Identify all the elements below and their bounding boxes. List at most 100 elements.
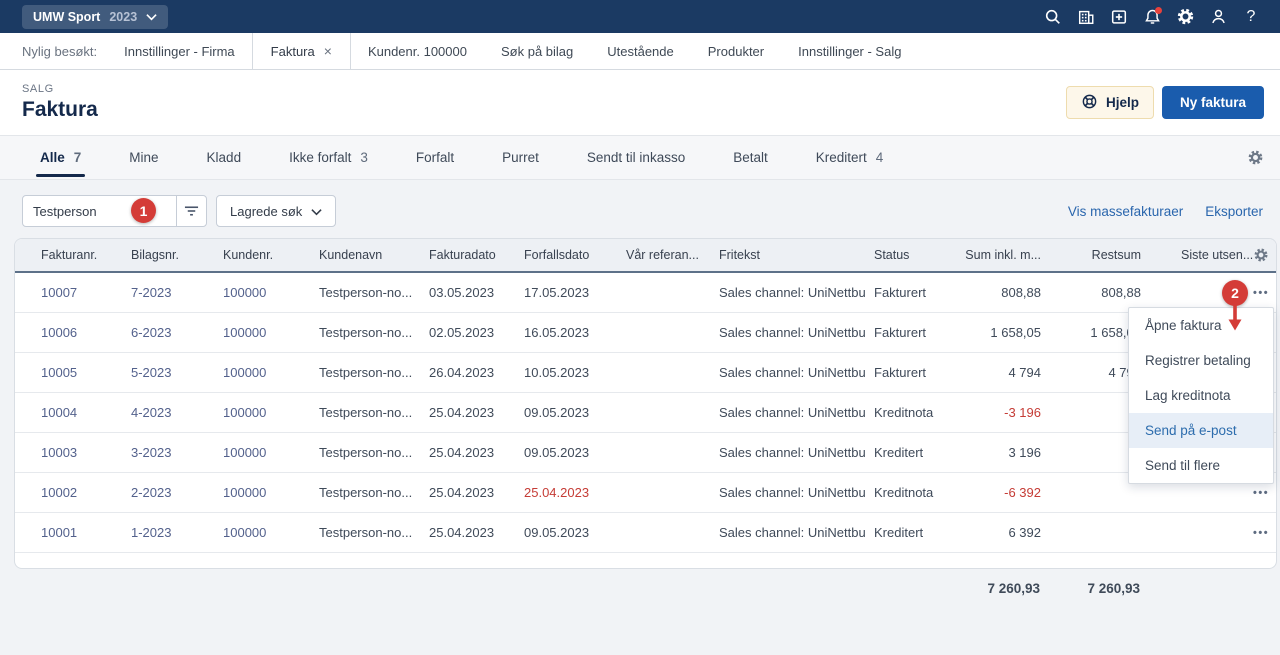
- table-row: 100033-2023100000Testperson-no...25.04.2…: [15, 433, 1276, 473]
- customer-number: 100000: [223, 485, 319, 500]
- tab-forfalt[interactable]: Forfalt: [416, 136, 454, 179]
- topbar-icons: ?: [1040, 4, 1264, 30]
- nav-item-3[interactable]: Søk på bilag: [501, 33, 573, 69]
- company-selector[interactable]: UMW Sport 2023: [22, 5, 168, 29]
- column-header-10[interactable]: Restsum: [1041, 248, 1141, 262]
- menu-item-registrer-betaling[interactable]: Registrer betaling: [1129, 343, 1273, 378]
- totals-row: 7 260,93 7 260,93: [14, 579, 1277, 596]
- tab-ikke-forfalt[interactable]: Ikke forfalt3: [289, 136, 368, 179]
- nav-item-6[interactable]: Innstillinger - Salg: [798, 33, 901, 69]
- row-actions-button[interactable]: •••: [1253, 487, 1277, 499]
- voucher-number-link[interactable]: 4-2023: [131, 405, 223, 420]
- mass-invoices-link[interactable]: Vis massefakturaer: [1068, 204, 1183, 219]
- sum-incl-vat: -6 392: [956, 485, 1041, 500]
- status-text: Fakturert: [874, 325, 956, 340]
- column-header-2[interactable]: Kundenr.: [223, 248, 319, 262]
- notification-dot: [1155, 7, 1162, 14]
- help-button[interactable]: Hjelp: [1066, 86, 1154, 119]
- row-actions-button[interactable]: •••: [1253, 527, 1277, 539]
- voucher-number-link[interactable]: 1-2023: [131, 525, 223, 540]
- voucher-number-link[interactable]: 2-2023: [131, 485, 223, 500]
- voucher-number-link[interactable]: 7-2023: [131, 285, 223, 300]
- column-header-6[interactable]: Vår referan...: [626, 248, 719, 262]
- nav-item-5[interactable]: Produkter: [708, 33, 764, 69]
- tab-label: Kreditert: [816, 150, 867, 165]
- customer-name: Testperson-no...: [319, 405, 429, 420]
- menu-item-send-til-flere[interactable]: Send til flere: [1129, 448, 1273, 483]
- notifications-icon[interactable]: [1139, 4, 1165, 30]
- invoice-date: 25.04.2023: [429, 445, 524, 460]
- tabs-settings-icon[interactable]: [1247, 136, 1264, 179]
- status-text: Kreditnota: [874, 405, 956, 420]
- row-actions-button[interactable]: •••: [1253, 287, 1277, 299]
- menu-item--pne-faktura[interactable]: Åpne faktura: [1129, 308, 1273, 343]
- column-header-8[interactable]: Status: [874, 248, 956, 262]
- sum-incl-vat: 6 392: [956, 525, 1041, 540]
- tab-alle[interactable]: Alle7: [40, 136, 81, 179]
- voucher-number-link[interactable]: 5-2023: [131, 365, 223, 380]
- tab-label: Forfalt: [416, 150, 454, 165]
- column-header-4[interactable]: Fakturadato: [429, 248, 524, 262]
- column-header-3[interactable]: Kundenavn: [319, 248, 429, 262]
- invoice-number-link[interactable]: 10005: [41, 365, 131, 380]
- nav-item-2[interactable]: Kundenr. 100000: [368, 33, 467, 69]
- saved-searches-button[interactable]: Lagrede søk: [216, 195, 336, 227]
- add-icon[interactable]: [1106, 4, 1132, 30]
- column-header-11[interactable]: Siste utsen...: [1141, 248, 1253, 262]
- invoice-number-link[interactable]: 10002: [41, 485, 131, 500]
- column-header-9[interactable]: Sum inkl. m...: [956, 248, 1041, 262]
- sum-incl-vat: 4 794: [956, 365, 1041, 380]
- invoice-number-link[interactable]: 10004: [41, 405, 131, 420]
- invoice-number-link[interactable]: 10001: [41, 525, 131, 540]
- customer-name: Testperson-no...: [319, 285, 429, 300]
- invoice-number-link[interactable]: 10006: [41, 325, 131, 340]
- close-icon[interactable]: ×: [324, 43, 332, 59]
- free-text: Sales channel: UniNettbu: [719, 485, 874, 500]
- company-icon[interactable]: [1073, 4, 1099, 30]
- tab-purret[interactable]: Purret: [502, 136, 539, 179]
- menu-item-lag-kreditnota[interactable]: Lag kreditnota: [1129, 378, 1273, 413]
- tab-mine[interactable]: Mine: [129, 136, 158, 179]
- help-icon[interactable]: ?: [1238, 4, 1264, 30]
- menu-item-send-p-e-post[interactable]: Send på e-post: [1129, 413, 1273, 448]
- settings-icon[interactable]: [1172, 4, 1198, 30]
- column-header-5[interactable]: Forfallsdato: [524, 248, 626, 262]
- table-row: 100022-2023100000Testperson-no...25.04.2…: [15, 473, 1276, 513]
- voucher-number-link[interactable]: 3-2023: [131, 445, 223, 460]
- column-header-0[interactable]: Fakturanr.: [41, 248, 131, 262]
- topbar: UMW Sport 2023 ?: [0, 0, 1280, 33]
- table-settings-icon[interactable]: [1253, 247, 1277, 263]
- nav-item-0[interactable]: Innstillinger - Firma: [124, 33, 235, 69]
- rest-sum: 4 794: [1041, 365, 1141, 380]
- export-link[interactable]: Eksporter: [1205, 204, 1263, 219]
- due-date: 09.05.2023: [524, 525, 626, 540]
- free-text: Sales channel: UniNettbu: [719, 525, 874, 540]
- voucher-number-link[interactable]: 6-2023: [131, 325, 223, 340]
- tab-label: Sendt til inkasso: [587, 150, 685, 165]
- nav-tab-active[interactable]: Faktura×: [252, 33, 351, 69]
- tab-kreditert[interactable]: Kreditert4: [816, 136, 884, 179]
- filter-icon[interactable]: [176, 196, 206, 226]
- free-text: Sales channel: UniNettbu: [719, 405, 874, 420]
- search-icon[interactable]: [1040, 4, 1066, 30]
- nav-item-4[interactable]: Utestående: [607, 33, 674, 69]
- profile-icon[interactable]: [1205, 4, 1231, 30]
- sum-incl-vat: 808,88: [956, 285, 1041, 300]
- invoice-number-link[interactable]: 10007: [41, 285, 131, 300]
- status-text: Kreditert: [874, 525, 956, 540]
- column-header-7[interactable]: Fritekst: [719, 248, 874, 262]
- tab-label: Mine: [129, 150, 158, 165]
- customer-name: Testperson-no...: [319, 525, 429, 540]
- column-header-1[interactable]: Bilagsnr.: [131, 248, 223, 262]
- tab-sendt-til-inkasso[interactable]: Sendt til inkasso: [587, 136, 685, 179]
- invoice-number-link[interactable]: 10003: [41, 445, 131, 460]
- tab-betalt[interactable]: Betalt: [733, 136, 768, 179]
- new-invoice-button[interactable]: Ny faktura: [1162, 86, 1264, 119]
- tab-kladd[interactable]: Kladd: [207, 136, 242, 179]
- status-text: Kreditert: [874, 445, 956, 460]
- invoice-date: 25.04.2023: [429, 525, 524, 540]
- due-date: 17.05.2023: [524, 285, 626, 300]
- table-body: 100077-2023100000Testperson-no...03.05.2…: [15, 273, 1276, 553]
- invoice-table: Fakturanr.Bilagsnr.Kundenr.KundenavnFakt…: [14, 238, 1277, 569]
- annotation-arrow-icon: [1227, 305, 1243, 337]
